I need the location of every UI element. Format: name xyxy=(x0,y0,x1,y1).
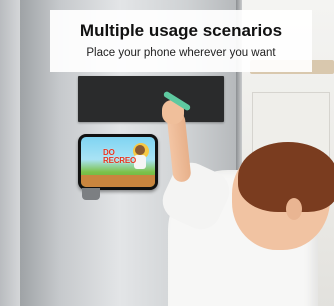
banner-subtitle: Place your phone wherever you want xyxy=(86,47,276,59)
child-hair xyxy=(238,142,334,212)
product-photo: DO RECREO Multiple usage scenarios Place… xyxy=(0,0,334,306)
smartphone: DO RECREO xyxy=(78,134,158,190)
caption-banner: Multiple usage scenarios Place your phon… xyxy=(50,10,312,72)
phone-screen: DO RECREO xyxy=(81,137,155,187)
screen-ground xyxy=(81,175,155,187)
magnetic-chalkboard xyxy=(78,76,224,122)
fridge-left-door xyxy=(0,0,22,306)
magnetic-phone-holder xyxy=(82,188,100,200)
phone-screen-title: DO RECREO xyxy=(103,149,136,165)
phone-screen-title-line2: RECREO xyxy=(103,156,137,165)
banner-title: Multiple usage scenarios xyxy=(79,21,283,40)
child-ear xyxy=(286,198,302,220)
